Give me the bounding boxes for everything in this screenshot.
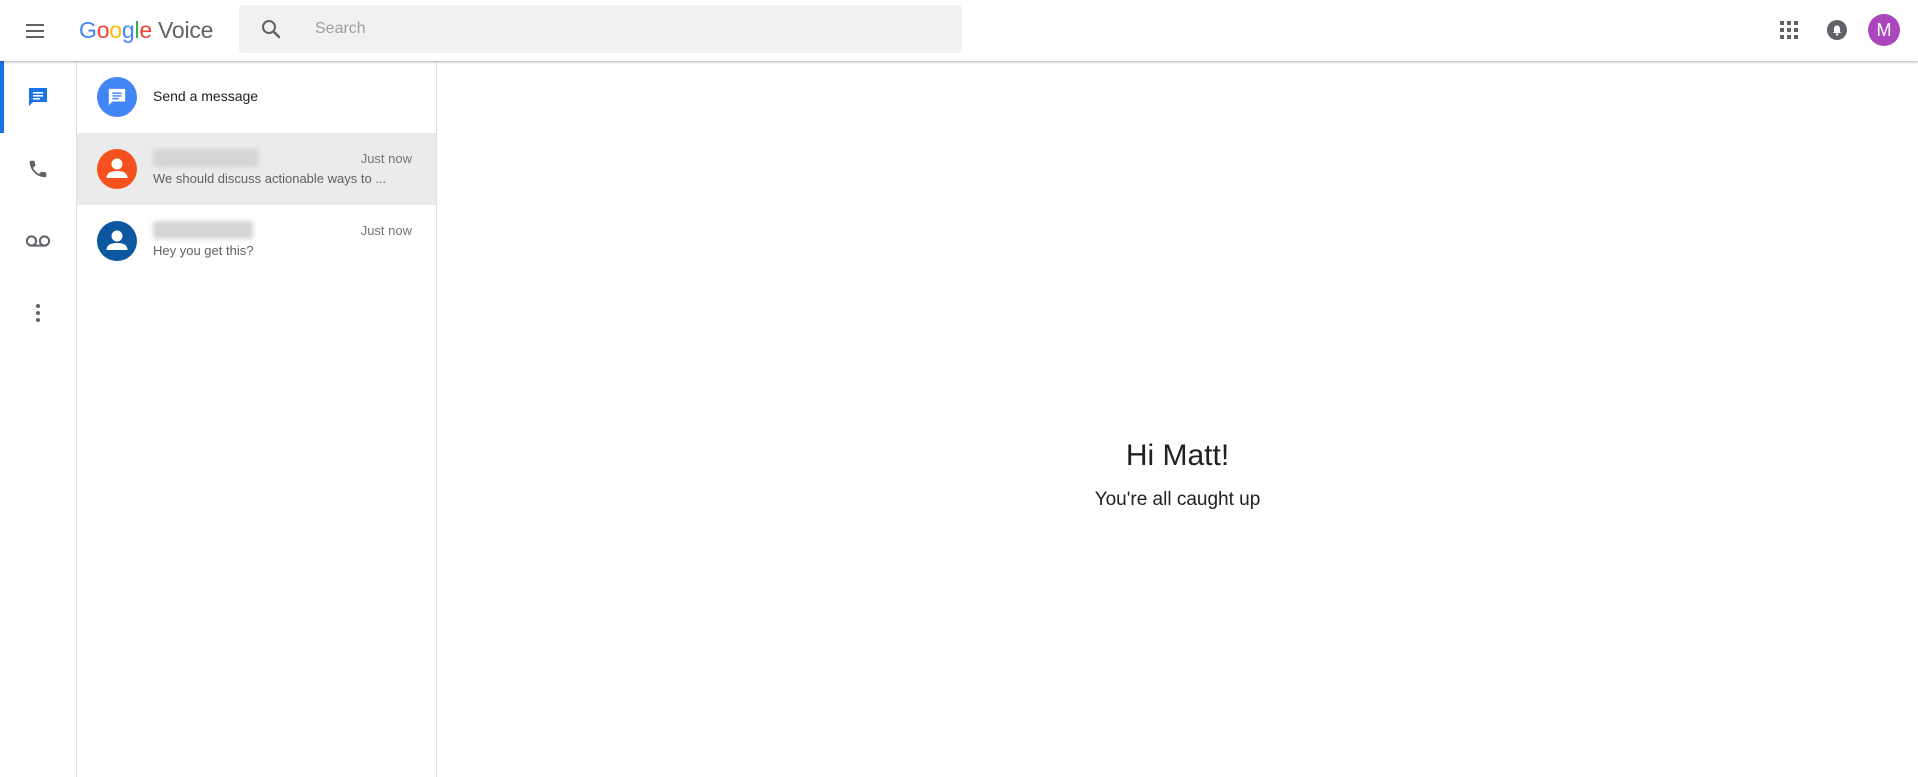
- nav-more[interactable]: [0, 277, 76, 349]
- apps-grid-icon: [1780, 21, 1798, 39]
- message-icon: [108, 88, 126, 106]
- search-input[interactable]: [315, 5, 935, 53]
- product-name: Voice: [158, 17, 214, 43]
- search-icon[interactable]: [259, 17, 283, 41]
- message-snippet: Hey you get this?: [153, 243, 254, 258]
- google-voice-logo[interactable]: Google Voice: [79, 16, 213, 44]
- more-vertical-icon: [36, 304, 40, 322]
- notifications-bell-icon: [1827, 20, 1847, 40]
- main-content: Hi Matt! You're all caught up: [437, 61, 1918, 777]
- logo-letter: e: [139, 17, 152, 43]
- message-time: Just now: [360, 223, 412, 238]
- main-menu-button[interactable]: [21, 17, 49, 45]
- person-icon: [106, 230, 128, 250]
- send-message-button[interactable]: Send a message: [77, 61, 436, 133]
- contact-name-blurred: [153, 149, 259, 167]
- nav-calls[interactable]: [0, 133, 76, 205]
- notifications-button[interactable]: [1824, 17, 1850, 43]
- hamburger-menu-icon: [26, 24, 44, 38]
- contact-avatar: [97, 149, 137, 189]
- account-avatar[interactable]: M: [1868, 14, 1900, 46]
- logo-letter: G: [79, 17, 97, 43]
- conversation-list: Send a message Just now We should discus…: [77, 61, 437, 777]
- send-message-icon-circle: [97, 77, 137, 117]
- send-message-label: Send a message: [153, 88, 259, 104]
- logo-letter: g: [121, 17, 135, 43]
- logo-letter: o: [109, 17, 122, 43]
- logo-letter: o: [96, 17, 110, 43]
- voicemail-icon: [25, 235, 51, 247]
- conversation-item[interactable]: Just now Hey you get this?: [77, 205, 436, 277]
- message-icon: [29, 88, 47, 106]
- message-snippet: We should discuss actionable ways to ...: [153, 171, 387, 186]
- caught-up-status: You're all caught up: [1094, 489, 1261, 510]
- conversation-item[interactable]: Just now We should discuss actionable wa…: [77, 133, 436, 205]
- phone-icon: [29, 160, 47, 178]
- contact-avatar: [97, 221, 137, 261]
- search-bar[interactable]: [239, 5, 962, 53]
- navigation-rail: [0, 61, 77, 777]
- apps-button[interactable]: [1776, 17, 1802, 43]
- person-icon: [106, 158, 128, 178]
- contact-name-blurred: [153, 221, 253, 239]
- nav-voicemail[interactable]: [0, 205, 76, 277]
- greeting-title: Hi Matt!: [1125, 439, 1230, 472]
- nav-messages[interactable]: [0, 61, 76, 133]
- message-time: Just now: [360, 151, 412, 166]
- top-app-bar: GoogleVoice M: [0, 0, 1918, 61]
